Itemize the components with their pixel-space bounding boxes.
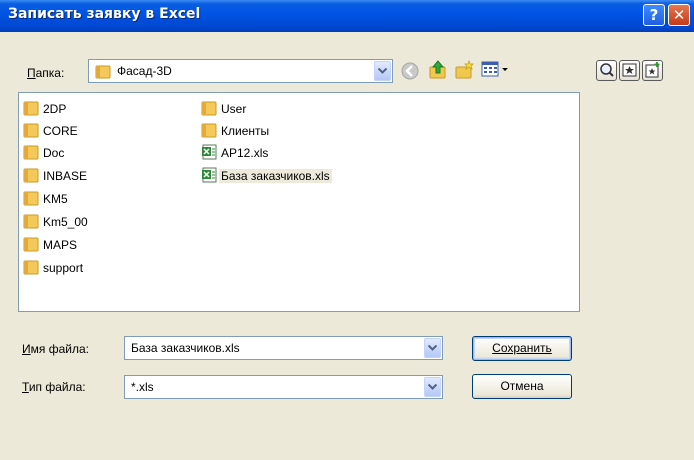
filename-value: База заказчиков.xls [131,341,240,355]
filename-dropdown-button[interactable] [424,338,441,358]
view-menu-button[interactable] [481,60,511,80]
favorites-icon [622,63,637,77]
filetype-select[interactable]: *.xls [124,375,443,399]
folder-icon [23,191,39,206]
folder-combo[interactable]: Фасад-3D [88,59,393,83]
file-name: Клиенты [221,124,270,138]
cancel-button-label: Отмена [500,379,544,393]
add-favorite-button[interactable] [642,60,663,81]
folder-icon [201,123,217,138]
folder-label: Папка: [27,66,64,80]
filetype-value: *.xls [131,380,154,394]
filetype-label-accel: Т [22,380,29,394]
back-icon[interactable] [400,61,420,81]
file-name: User [221,102,247,116]
find-button[interactable] [596,60,617,81]
filename-label: Имя файла: [22,342,89,356]
save-button[interactable]: Сохранить [472,336,572,361]
file-name: support [43,261,84,275]
title-bar[interactable]: Записать заявку в Excel ? ✕ [0,0,694,32]
chevron-down-icon [378,68,387,74]
folder-icon [23,214,39,229]
folder-icon [23,101,39,116]
filename-label-rest: мя файла: [30,342,89,356]
folder-label-rest: апка: [35,66,65,80]
save-button-label: Сохранить [492,341,552,355]
file-name: Doc [43,146,65,160]
file-name: CORE [43,124,78,138]
folder-icon [23,123,39,138]
filetype-dropdown-button[interactable] [424,377,441,397]
folder-icon [23,168,39,183]
find-icon [600,63,614,77]
filetype-label-rest: ип файла: [28,380,86,394]
excel-file-icon [202,167,217,183]
new-folder-icon[interactable] [453,59,475,81]
file-name: Km5_00 [43,215,88,229]
folder-icon [23,145,39,160]
file-name: INBASE [43,169,88,183]
filetype-label: Тип файла: [22,380,86,394]
chevron-down-icon [428,345,437,351]
filename-label-accel: И [22,342,31,356]
filename-field[interactable]: База заказчиков.xls [124,336,443,360]
chevron-down-icon [428,384,437,390]
up-folder-icon[interactable] [427,59,449,81]
folder-dropdown-button[interactable] [374,61,391,81]
current-folder-icon [95,65,111,79]
folder-icon [23,260,39,275]
help-button[interactable]: ? [643,4,665,26]
view-menu-icon [481,61,508,77]
cancel-button[interactable]: Отмена [472,374,572,399]
file-name: AP12.xls [221,146,269,160]
window-title: Записать заявку в Excel [8,6,201,22]
file-name: База заказчиков.xls [219,169,332,183]
folder-icon [23,237,39,252]
folder-icon [201,101,217,116]
close-button[interactable]: ✕ [668,4,690,26]
favorites-button[interactable] [619,60,640,81]
file-list[interactable]: 2DP CORE Doc INBASE KM5 Km5_00 MAPS supp… [18,92,580,312]
save-dialog: Записать заявку в Excel ? ✕ Папка: Фасад… [0,0,694,460]
close-icon: ✕ [672,6,686,24]
folder-label-accel: П [27,66,36,80]
help-icon: ? [649,6,659,24]
file-name: 2DP [43,102,67,116]
file-name: MAPS [43,238,78,252]
add-favorite-icon [645,62,660,78]
file-name: KM5 [43,192,68,206]
current-folder-name: Фасад-3D [117,64,172,78]
excel-file-icon [202,144,217,160]
